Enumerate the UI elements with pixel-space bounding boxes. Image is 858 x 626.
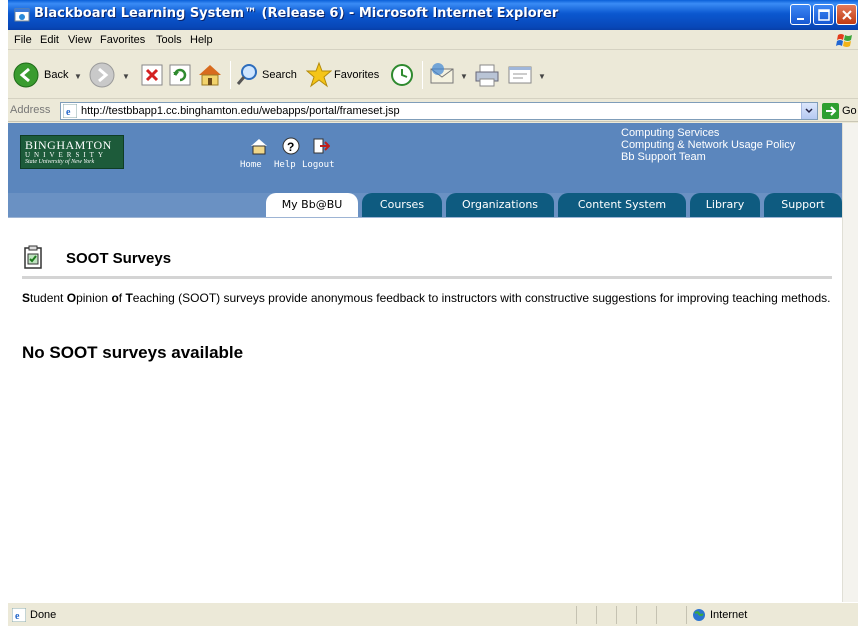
page-description: Student Opinion of Teaching (SOOT) surve…	[22, 291, 831, 305]
minimize-button[interactable]	[790, 4, 811, 25]
clipboard-check-icon	[24, 245, 42, 269]
edit-dropdown-icon[interactable]: ▼	[538, 72, 546, 81]
help-link[interactable]: Help	[274, 160, 296, 170]
link-usage-policy[interactable]: Computing & Network Usage Policy	[621, 139, 831, 151]
address-input[interactable]: e http://testbbapp1.cc.binghamton.edu/we…	[60, 102, 818, 120]
home-link[interactable]: Home	[240, 160, 262, 170]
svg-text:e: e	[15, 611, 20, 622]
favorites-button[interactable]: Favorites	[306, 59, 386, 91]
page-title: SOOT Surveys	[66, 250, 172, 267]
tab-library[interactable]: Library	[690, 193, 760, 217]
forward-dropdown-icon[interactable]: ▼	[122, 72, 130, 81]
tab-my-bb[interactable]: My Bb@BU	[266, 193, 358, 217]
menu-favorites[interactable]: Favorites	[100, 34, 145, 46]
print-icon[interactable]	[474, 59, 500, 91]
help-icon[interactable]: ?	[282, 137, 300, 155]
go-button[interactable]: Go	[822, 103, 858, 119]
top-links: Computing Services Computing & Network U…	[621, 127, 831, 163]
minimize-icon	[797, 18, 804, 20]
history-icon[interactable]	[388, 59, 416, 91]
title-bar[interactable]: Blackboard Learning System™ (Release 6) …	[8, 0, 858, 30]
binghamton-logo[interactable]: BINGHAMTON UNIVERSITY State University o…	[20, 135, 124, 169]
logout-icon[interactable]	[312, 137, 330, 155]
menu-view[interactable]: View	[68, 34, 92, 46]
link-computing-services[interactable]: Computing Services	[621, 127, 831, 139]
forward-arrow-icon	[89, 62, 115, 88]
status-text: Done	[30, 609, 57, 621]
status-cell	[576, 606, 577, 624]
status-cell	[636, 606, 637, 624]
divider	[22, 276, 832, 279]
menu-file[interactable]: File	[14, 34, 32, 46]
address-label: Address	[10, 104, 51, 116]
vertical-scrollbar[interactable]	[842, 123, 858, 602]
ie-page-icon: e	[63, 104, 77, 118]
maximize-button[interactable]	[813, 4, 834, 25]
status-bar: e Done Internet	[8, 602, 858, 626]
mail-dropdown-icon[interactable]: ▼	[460, 72, 468, 81]
favorites-star-icon	[306, 61, 332, 88]
tab-underline	[8, 217, 842, 231]
close-icon	[842, 10, 852, 20]
tab-support[interactable]: Support	[764, 193, 842, 217]
address-bar: Address e http://testbbapp1.cc.binghamto…	[8, 100, 858, 122]
browser-window: Blackboard Learning System™ (Release 6) …	[8, 0, 858, 626]
back-arrow-icon	[13, 62, 39, 88]
window-title: Blackboard Learning System™ (Release 6) …	[34, 6, 559, 21]
chevron-down-icon	[805, 108, 813, 114]
forward-button[interactable]: ▼	[88, 59, 132, 91]
menu-edit[interactable]: Edit	[40, 34, 59, 46]
go-arrow-icon	[822, 103, 839, 119]
tab-courses[interactable]: Courses	[362, 193, 442, 217]
empty-state-message: No SOOT surveys available	[22, 343, 244, 362]
blackboard-topbar: BINGHAMTON UNIVERSITY State University o…	[8, 123, 842, 193]
svg-text:e: e	[66, 107, 71, 118]
windows-logo-icon	[836, 34, 852, 47]
toolbar-separator	[230, 61, 231, 89]
mail-button[interactable]: ▼	[428, 59, 472, 91]
menu-bar: File Edit View Favorites Tools Help	[8, 30, 858, 50]
svg-text:?: ?	[287, 140, 294, 154]
status-cell	[656, 606, 657, 624]
search-button[interactable]: Search	[236, 59, 302, 91]
link-bb-support-team[interactable]: Bb Support Team	[621, 151, 831, 163]
maximize-icon	[818, 9, 830, 21]
refresh-icon[interactable]	[168, 59, 192, 91]
home-icon[interactable]	[196, 59, 224, 91]
toolbar-separator	[422, 61, 423, 89]
toolbar: Back ▼ ▼ Search Favorites ▼ ▼	[8, 51, 858, 99]
menu-help[interactable]: Help	[190, 34, 213, 46]
bb-nav-icons: ? Home Help Logout	[240, 137, 370, 177]
search-icon	[236, 64, 257, 85]
status-cell	[616, 606, 617, 624]
security-zone: Internet	[710, 609, 748, 621]
ie-app-icon	[14, 8, 30, 22]
blackboard-header: BINGHAMTON UNIVERSITY State University o…	[8, 123, 842, 231]
menu-tools[interactable]: Tools	[156, 34, 182, 46]
edit-button[interactable]: ▼	[506, 59, 550, 91]
logout-link[interactable]: Logout	[302, 160, 335, 170]
status-cell	[596, 606, 597, 624]
status-cell	[686, 606, 687, 624]
address-url: http://testbbapp1.cc.binghamton.edu/weba…	[81, 105, 400, 117]
internet-globe-icon	[693, 609, 705, 621]
mail-icon	[430, 63, 454, 84]
tab-organizations[interactable]: Organizations	[446, 193, 554, 217]
back-button[interactable]: Back ▼	[12, 59, 82, 91]
stop-icon[interactable]	[140, 59, 164, 91]
home-icon[interactable]	[250, 137, 268, 155]
page-done-icon: e	[12, 608, 26, 622]
back-dropdown-icon[interactable]: ▼	[74, 72, 82, 81]
tab-bar: My Bb@BU Courses Organizations Content S…	[8, 193, 842, 217]
page-content: BINGHAMTON UNIVERSITY State University o…	[8, 123, 842, 602]
edit-page-icon	[508, 66, 532, 84]
close-button[interactable]	[836, 4, 857, 25]
address-dropdown-button[interactable]	[801, 103, 817, 119]
tab-content-system[interactable]: Content System	[558, 193, 686, 217]
